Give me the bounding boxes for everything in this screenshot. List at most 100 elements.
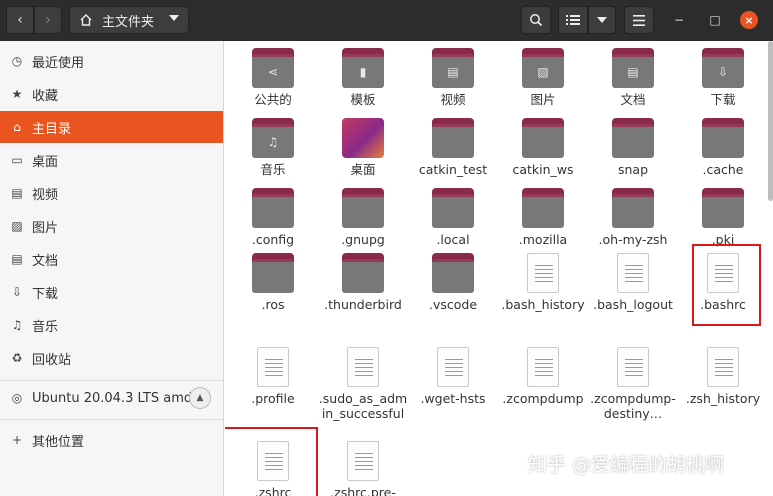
folder-icon — [342, 188, 384, 228]
forward-button[interactable]: › — [34, 6, 62, 34]
sidebar-item-downloads[interactable]: ⇩ 下载 — [0, 276, 223, 308]
sidebar-item-label: 桌面 — [32, 154, 59, 170]
template-icon: ▮ — [359, 65, 367, 79]
file-item-config[interactable]: .config — [228, 188, 318, 247]
file-item-ros[interactable]: .ros — [228, 253, 318, 312]
file-item-videos[interactable]: ▤ 视频 — [408, 48, 498, 107]
folder-icon: ▤ — [612, 48, 654, 88]
folder-icon — [432, 118, 474, 158]
video-icon: ▤ — [447, 65, 459, 79]
text-file-icon — [257, 347, 289, 387]
sidebar-item-other-locations[interactable]: + 其他位置 — [0, 424, 223, 456]
back-button[interactable]: ‹ — [6, 6, 34, 34]
folder-icon — [612, 188, 654, 228]
file-item-label: 模板 — [350, 92, 376, 107]
chevron-left-icon: ‹ — [17, 12, 23, 28]
sidebar-item-label: 其他位置 — [32, 434, 85, 450]
file-item-wget-hsts[interactable]: .wget-hsts — [408, 347, 498, 406]
file-item-profile[interactable]: .profile — [228, 347, 318, 406]
highlight-box-bashrc — [692, 244, 761, 326]
file-item-zsh-history[interactable]: .zsh_history — [678, 347, 768, 406]
path-bar-home[interactable]: 主文件夹 — [69, 6, 189, 34]
file-item-zcompdump[interactable]: .zcompdump — [498, 347, 588, 406]
folder-icon — [702, 118, 744, 158]
folder-icon: ▨ — [522, 48, 564, 88]
folder-icon — [702, 188, 744, 228]
share-icon: ⋖ — [267, 65, 279, 79]
file-item-public[interactable]: ⋖ 公共的 — [228, 48, 318, 107]
list-view-button[interactable] — [558, 6, 588, 34]
file-item-catkin-test[interactable]: catkin_test — [408, 118, 498, 177]
sidebar-item-starred[interactable]: ★ 收藏 — [0, 78, 223, 110]
folder-icon: ♫ — [252, 118, 294, 158]
sidebar-item-label: 视频 — [32, 187, 59, 203]
file-item-sudo-as-admin-successful[interactable]: .sudo_as_admin_successful — [318, 347, 408, 421]
file-item-thunderbird[interactable]: .thunderbird — [318, 253, 408, 312]
search-button[interactable] — [521, 6, 551, 34]
text-file-icon — [347, 347, 379, 387]
file-item-label: 图片 — [530, 92, 556, 107]
sidebar-item-trash[interactable]: ♻ 回收站 — [0, 342, 223, 374]
file-item-label: 文档 — [620, 92, 646, 107]
sidebar-item-desktop[interactable]: ▭ 桌面 — [0, 144, 223, 176]
file-item-label: .local — [436, 232, 470, 247]
file-item-documents[interactable]: ▤ 文档 — [588, 48, 678, 107]
file-item-pki[interactable]: .pki — [678, 188, 768, 247]
sidebar-item-music[interactable]: ♫ 音乐 — [0, 309, 223, 341]
desktop-folder-icon — [342, 118, 384, 158]
file-item-label: .gnupg — [341, 232, 385, 247]
file-item-label: 视频 — [440, 92, 466, 107]
file-item-desktop[interactable]: 桌面 — [318, 118, 408, 177]
eject-button[interactable]: ▲ — [189, 387, 211, 409]
file-item-label: catkin_ws — [512, 162, 574, 177]
folder-icon — [432, 188, 474, 228]
text-file-icon — [617, 347, 649, 387]
sidebar-item-label: 图片 — [32, 220, 59, 236]
folder-icon — [252, 253, 294, 293]
home-icon: ⌂ — [13, 120, 21, 134]
file-item-vscode[interactable]: .vscode — [408, 253, 498, 312]
close-button[interactable]: × — [740, 11, 758, 29]
folder-icon — [252, 188, 294, 228]
sidebar-divider — [0, 419, 223, 420]
list-view-icon — [566, 15, 580, 25]
maximize-button[interactable]: □ — [706, 11, 724, 29]
file-item-templates[interactable]: ▮ 模板 — [318, 48, 408, 107]
file-item-catkin-ws[interactable]: catkin_ws — [498, 118, 588, 177]
vertical-scrollbar[interactable] — [768, 41, 773, 201]
file-item-label: .zcompdump-destiny… — [590, 391, 676, 421]
file-item-oh-my-zsh[interactable]: .oh-my-zsh — [588, 188, 678, 247]
search-icon — [530, 14, 543, 27]
file-item-gnupg[interactable]: .gnupg — [318, 188, 408, 247]
file-item-zcompdump-destiny[interactable]: .zcompdump-destiny… — [588, 347, 678, 421]
menu-button[interactable] — [624, 6, 654, 34]
sidebar-item-label: 文档 — [32, 253, 59, 269]
file-item-local[interactable]: .local — [408, 188, 498, 247]
folder-icon — [612, 118, 654, 158]
chevron-right-icon: › — [45, 12, 51, 28]
file-item-label: 桌面 — [350, 162, 376, 177]
file-item-mozilla[interactable]: .mozilla — [498, 188, 588, 247]
view-options-button[interactable] — [588, 6, 616, 34]
file-item-label: .sudo_as_admin_successful — [318, 391, 408, 421]
sidebar-item-recent[interactable]: ◷ 最近使用 — [0, 45, 223, 77]
folder-icon — [522, 118, 564, 158]
minimize-button[interactable]: − — [670, 11, 688, 29]
sidebar-item-documents[interactable]: ▤ 文档 — [0, 243, 223, 275]
sidebar-item-label: 回收站 — [32, 352, 72, 368]
file-item-zshrc-pre[interactable]: .zshrc.pre- — [318, 441, 408, 496]
sidebar-item-home[interactable]: ⌂ 主目录 — [0, 111, 223, 143]
file-item-music[interactable]: ♫ 音乐 — [228, 118, 318, 177]
file-item-bash-history[interactable]: .bash_history — [498, 253, 588, 312]
file-item-pictures[interactable]: ▨ 图片 — [498, 48, 588, 107]
text-file-icon — [437, 347, 469, 387]
file-item-label: .bash_history — [501, 297, 585, 312]
file-item-bash-logout[interactable]: .bash_logout — [588, 253, 678, 312]
file-item-cache[interactable]: .cache — [678, 118, 768, 177]
sidebar-item-device[interactable]: ◎ Ubuntu 20.04.3 LTS amd64 ▲ — [0, 382, 223, 414]
text-file-icon — [347, 441, 379, 481]
file-item-snap[interactable]: snap — [588, 118, 678, 177]
file-item-downloads[interactable]: ⇩ 下载 — [678, 48, 768, 107]
sidebar-item-pictures[interactable]: ▨ 图片 — [0, 210, 223, 242]
sidebar-item-videos[interactable]: ▤ 视频 — [0, 177, 223, 209]
